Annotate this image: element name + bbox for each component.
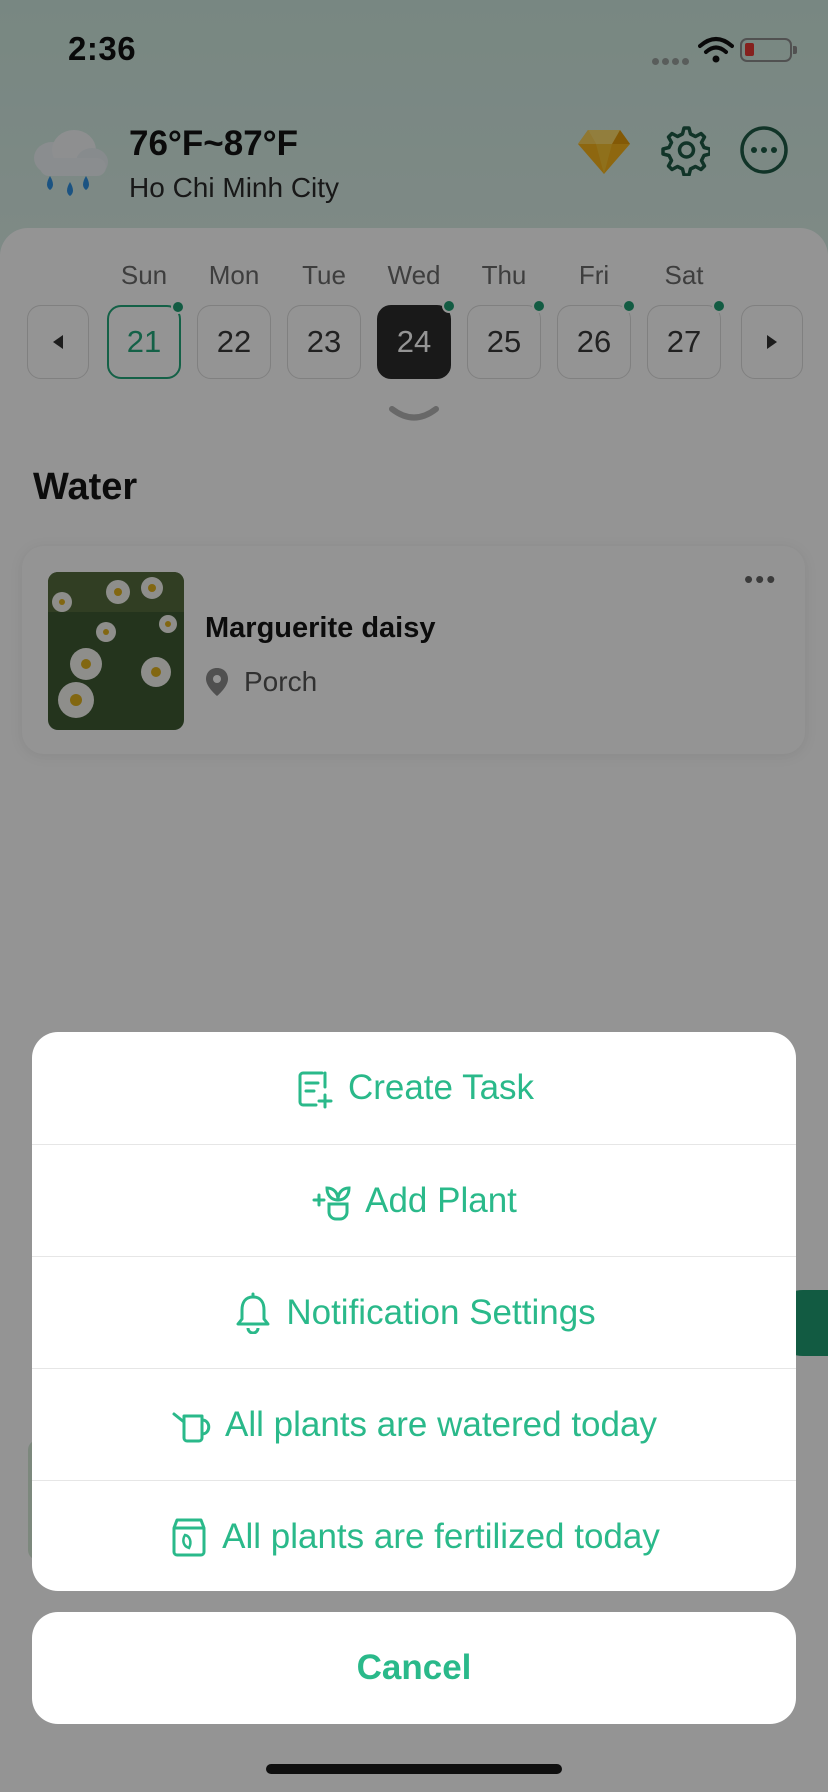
create-task-icon bbox=[298, 1071, 333, 1109]
watering-can-icon bbox=[172, 1412, 211, 1442]
bell-icon bbox=[236, 1292, 270, 1334]
create-task-label: Create Task bbox=[347, 1068, 535, 1107]
mark-all-watered-label: All plants are watered today bbox=[225, 1404, 657, 1444]
cancel-button[interactable]: Cancel bbox=[32, 1612, 796, 1724]
mark-all-fertilized-option[interactable]: All plants are fertilized today bbox=[32, 1480, 796, 1591]
add-plant-option[interactable]: Add Plant bbox=[32, 1144, 796, 1256]
action-sheet: Create Task Add Plant Notification Setti… bbox=[32, 1032, 796, 1591]
mark-all-watered-option[interactable]: All plants are watered today bbox=[32, 1368, 796, 1480]
notification-settings-label: Notification Settings bbox=[286, 1292, 596, 1332]
fertilizer-bag-icon bbox=[172, 1518, 206, 1556]
create-task-option[interactable]: Create Task bbox=[32, 1032, 796, 1144]
add-plant-label: Add Plant bbox=[365, 1180, 517, 1220]
home-indicator bbox=[266, 1764, 562, 1774]
notification-settings-option[interactable]: Notification Settings bbox=[32, 1256, 796, 1368]
mark-all-fertilized-label: All plants are fertilized today bbox=[222, 1516, 660, 1556]
add-plant-icon bbox=[312, 1185, 351, 1220]
